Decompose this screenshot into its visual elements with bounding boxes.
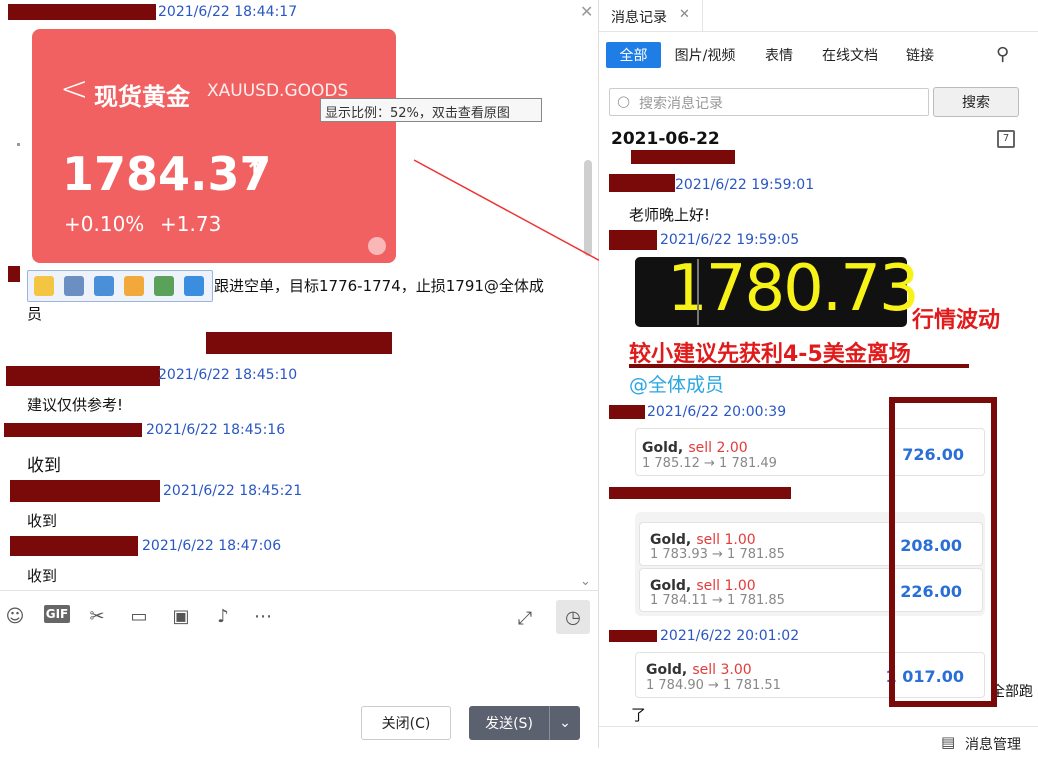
trade-prices: 1 784.11 → 1 781.85 [650,593,785,608]
trade-symbol: Gold, [650,578,692,594]
trade-prices: 1 783.93 → 1 781.85 [650,547,785,562]
divider [599,726,1038,727]
manage-messages[interactable]: 消息管理 [965,734,1021,754]
trade-side: sell 1.00 [696,578,756,594]
filter-all[interactable]: 全部 [606,42,661,68]
search-button[interactable]: 搜索 [933,87,1019,117]
filter-docs[interactable]: 在线文档 [817,42,883,68]
message-text: 了 [631,706,647,724]
message-timestamp: 2021/6/22 20:01:02 [660,628,800,644]
trade-prices: 1 785.12 → 1 781.49 [642,456,777,471]
redacted-sender [609,405,645,419]
filter-icon[interactable]: ⚲ [996,44,1009,65]
trade-side: sell 2.00 [688,440,748,456]
search-icon: ○ [617,92,631,110]
message-text: 全部跑 [991,684,1033,700]
search-placeholder: 搜索消息记录 [639,96,723,112]
message-timestamp: 2021/6/22 19:59:01 [675,177,815,193]
redacted-sender [609,174,675,192]
message-timestamp: 2021/6/22 20:00:39 [647,404,787,420]
filter-links[interactable]: 链接 [899,42,941,68]
date-header: 2021-06-22 [611,129,720,149]
highlight-box [889,397,997,707]
trade-symbol: Gold, [642,440,684,456]
volatility-note: 行情波动 [912,308,1001,333]
underline [629,364,969,368]
history-panel: 消息记录 ✕ 全部 图片/视频 表情 在线文档 链接 ⚲ ○ 搜索消息记录 搜索… [599,0,1038,773]
calendar-icon[interactable]: 7 [997,130,1015,148]
mention-all: @全体成员 [629,374,725,396]
redacted-sender [609,630,657,642]
history-tab-label: 消息记录 [611,10,667,26]
manage-icon[interactable]: ▤ [941,733,955,751]
filter-media[interactable]: 图片/视频 [669,42,741,68]
message-text: 老师晚上好! [629,206,711,224]
trade-side: sell 3.00 [692,662,752,678]
close-tab-icon[interactable]: ✕ [679,7,690,22]
trade-prices: 1 784.90 → 1 781.51 [646,678,781,693]
redacted-sender [609,230,657,250]
message-timestamp: 2021/6/22 19:59:05 [660,232,800,248]
redacted-message [609,487,791,499]
trade-side: sell 1.00 [696,532,756,548]
filter-emoji[interactable]: 表情 [759,42,799,68]
big-price: 1780.73 [667,252,920,326]
trade-symbol: Gold, [650,532,692,548]
trade-symbol: Gold, [646,662,688,678]
redacted-message [631,150,735,164]
cursor-line [697,259,699,325]
divider [703,31,1038,32]
